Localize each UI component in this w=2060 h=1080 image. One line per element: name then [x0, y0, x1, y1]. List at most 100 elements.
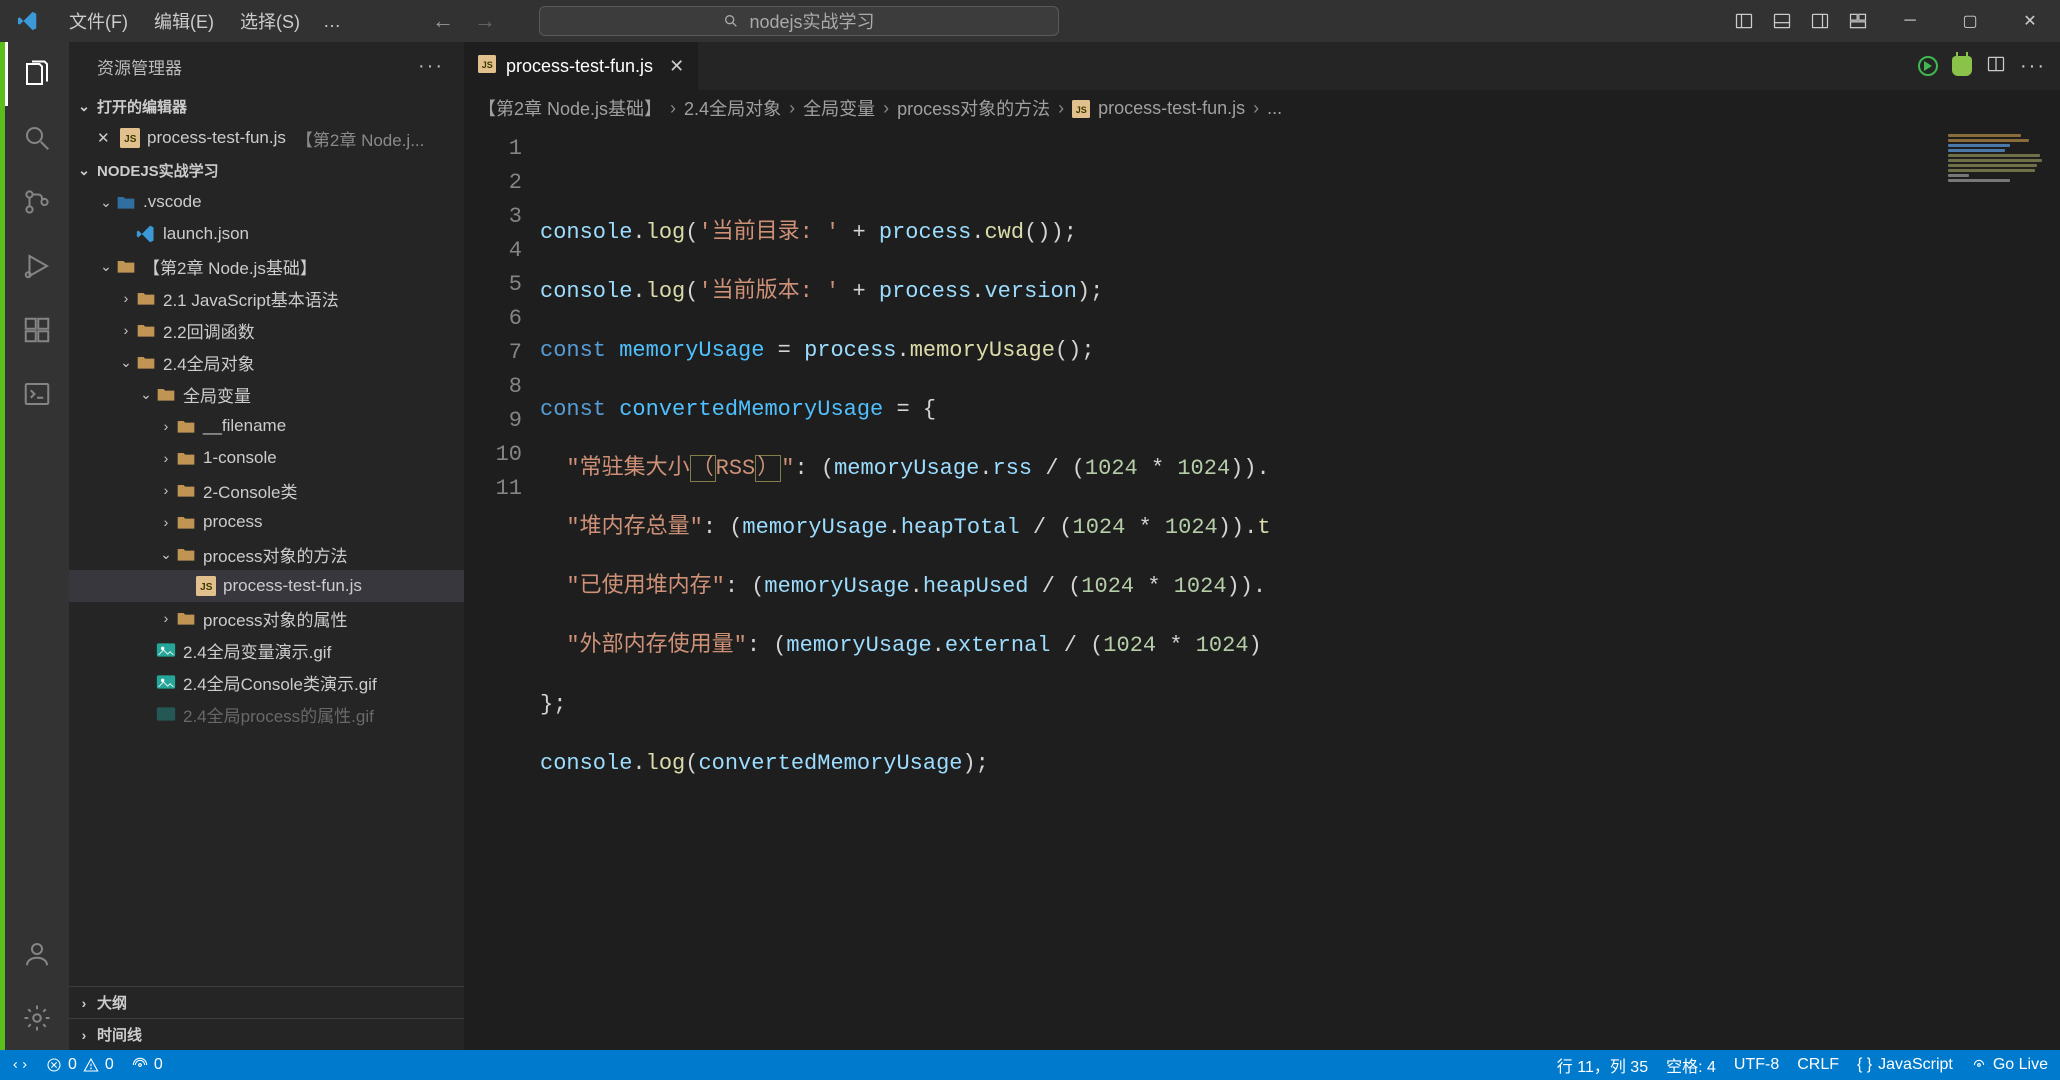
- sidebar-title: 资源管理器: [97, 54, 182, 79]
- chevron-right-icon: ›: [1058, 98, 1064, 119]
- toggle-panel-icon[interactable]: [1766, 5, 1798, 37]
- activity-account-icon[interactable]: [5, 922, 69, 986]
- folder-2-2[interactable]: › 2.2回调函数: [69, 314, 464, 346]
- editor-tab-active[interactable]: JS process-test-fun.js ✕: [464, 42, 699, 90]
- breadcrumb-segment[interactable]: process对象的方法: [897, 95, 1050, 121]
- folder-process-methods[interactable]: ⌄ process对象的方法: [69, 538, 464, 570]
- code-editor[interactable]: 1234567891011 console.log('当前目录: ' + pro…: [464, 126, 2060, 1050]
- run-icon[interactable]: [1918, 56, 1938, 76]
- status-remote-icon[interactable]: [12, 1057, 28, 1073]
- file-process-test-fun[interactable]: JS process-test-fun.js: [69, 570, 464, 602]
- section-timeline[interactable]: › 时间线: [69, 1018, 464, 1050]
- nav-forward-icon[interactable]: →: [471, 7, 499, 35]
- activity-source-control-icon[interactable]: [5, 170, 69, 234]
- window-maximize-icon[interactable]: ▢: [1940, 0, 2000, 42]
- status-problems[interactable]: 0 0: [46, 1056, 114, 1074]
- close-icon[interactable]: ✕: [97, 129, 113, 147]
- breadcrumb-segment[interactable]: ...: [1267, 98, 1282, 119]
- js-file-icon: JS: [478, 55, 496, 78]
- file-gif-1[interactable]: 2.4全局变量演示.gif: [69, 634, 464, 666]
- section-timeline-label: 时间线: [97, 1024, 142, 1045]
- status-indentation[interactable]: 空格: 4: [1666, 1053, 1716, 1077]
- folder-2-4[interactable]: ⌄ 2.4全局对象: [69, 346, 464, 378]
- status-bar: 0 0 0 行 11，列 35 空格: 4 UTF-8 CRLF { }Java…: [0, 1050, 2060, 1080]
- window-close-icon[interactable]: ✕: [2000, 0, 2060, 42]
- android-icon[interactable]: [1952, 56, 1972, 76]
- menu-bar: 文件(F) 编辑(E) 选择(S) …: [56, 0, 351, 42]
- js-file-icon: JS: [195, 575, 217, 597]
- breadcrumb-segment[interactable]: 全局变量: [803, 95, 875, 121]
- folder-globals[interactable]: ⌄ 全局变量: [69, 378, 464, 410]
- folder-chapter2[interactable]: ⌄ 【第2章 Node.js基础】: [69, 250, 464, 282]
- editor-tabbar: JS process-test-fun.js ✕ ···: [464, 42, 2060, 90]
- folder-vscode[interactable]: ⌄ .vscode: [69, 186, 464, 218]
- chevron-right-icon: ›: [157, 450, 175, 466]
- tree-label: 1-console: [203, 448, 277, 468]
- command-center[interactable]: nodejs实战学习: [539, 6, 1059, 36]
- status-cursor-position[interactable]: 行 11，列 35: [1557, 1053, 1648, 1077]
- status-go-live[interactable]: Go Live: [1971, 1056, 2048, 1074]
- chevron-right-icon: ›: [883, 98, 889, 119]
- folder-open-icon: [115, 255, 137, 277]
- folder-2-1[interactable]: › 2.1 JavaScript基本语法: [69, 282, 464, 314]
- status-errors-count: 0: [68, 1056, 77, 1074]
- activity-extensions-icon[interactable]: [5, 298, 69, 362]
- svg-text:JS: JS: [1076, 105, 1087, 115]
- more-actions-icon[interactable]: ···: [2020, 55, 2046, 78]
- close-icon[interactable]: ✕: [669, 56, 684, 77]
- folder-process-props[interactable]: › process对象的属性: [69, 602, 464, 634]
- sidebar-explorer: 资源管理器 ··· ⌄ 打开的编辑器 ✕ JS process-test-fun…: [69, 42, 464, 1050]
- code-content[interactable]: console.log('当前目录: ' + process.cwd()); c…: [540, 126, 2060, 1050]
- sidebar-more-icon[interactable]: ···: [418, 55, 444, 78]
- tree-label: process对象的方法: [203, 542, 348, 567]
- window-minimize-icon[interactable]: ─: [1880, 0, 1940, 42]
- tree-label: __filename: [203, 416, 286, 436]
- breadcrumb-segment[interactable]: 2.4全局对象: [684, 95, 781, 121]
- menu-file[interactable]: 文件(F): [56, 0, 141, 42]
- section-outline[interactable]: › 大纲: [69, 986, 464, 1018]
- section-open-editors-label: 打开的编辑器: [97, 96, 187, 117]
- tree-label: process: [203, 512, 263, 532]
- folder-filename[interactable]: › __filename: [69, 410, 464, 442]
- open-editor-item[interactable]: ✕ JS process-test-fun.js 【第2章 Node.j...: [69, 122, 464, 154]
- split-editor-icon[interactable]: [1986, 54, 2006, 79]
- file-gif-2[interactable]: 2.4全局Console类演示.gif: [69, 666, 464, 698]
- activity-run-debug-icon[interactable]: [5, 234, 69, 298]
- js-file-icon: JS: [1072, 98, 1090, 119]
- file-gif-3[interactable]: 2.4全局process的属性.gif: [69, 698, 464, 730]
- breadcrumb-segment[interactable]: process-test-fun.js: [1098, 98, 1245, 119]
- activity-explorer-icon[interactable]: [5, 42, 69, 106]
- breadcrumb[interactable]: 【第2章 Node.js基础】 › 2.4全局对象 › 全局变量 › proce…: [464, 90, 2060, 126]
- line-number-gutter: 1234567891011: [464, 126, 540, 1050]
- tree-label: launch.json: [163, 224, 249, 244]
- toggle-secondary-sidebar-icon[interactable]: [1804, 5, 1836, 37]
- menu-select[interactable]: 选择(S): [227, 0, 313, 42]
- status-encoding[interactable]: UTF-8: [1734, 1056, 1779, 1074]
- breadcrumb-segment[interactable]: 【第2章 Node.js基础】: [478, 95, 662, 121]
- tree-label: process-test-fun.js: [223, 576, 362, 596]
- menu-overflow[interactable]: …: [313, 11, 351, 32]
- activity-search-icon[interactable]: [5, 106, 69, 170]
- toggle-primary-sidebar-icon[interactable]: [1728, 5, 1760, 37]
- status-language-mode[interactable]: { }JavaScript: [1857, 1056, 1953, 1074]
- activity-terminal-icon[interactable]: [5, 362, 69, 426]
- folder-2-console[interactable]: › 2-Console类: [69, 474, 464, 506]
- status-ports[interactable]: 0: [132, 1056, 163, 1074]
- folder-1-console[interactable]: › 1-console: [69, 442, 464, 474]
- open-editor-filename: process-test-fun.js: [147, 128, 286, 148]
- section-workspace[interactable]: ⌄ NODEJS实战学习: [69, 154, 464, 186]
- minimap[interactable]: [1940, 126, 2060, 1050]
- status-eol[interactable]: CRLF: [1797, 1056, 1839, 1074]
- folder-process[interactable]: › process: [69, 506, 464, 538]
- chevron-down-icon: ⌄: [75, 162, 93, 179]
- chevron-right-icon: ›: [157, 514, 175, 530]
- open-editor-folder: 【第2章 Node.j...: [296, 126, 425, 151]
- section-open-editors[interactable]: ⌄ 打开的编辑器: [69, 90, 464, 122]
- menu-edit[interactable]: 编辑(E): [141, 0, 227, 42]
- activity-settings-icon[interactable]: [5, 986, 69, 1050]
- customize-layout-icon[interactable]: [1842, 5, 1874, 37]
- file-launch-json[interactable]: launch.json: [69, 218, 464, 250]
- chevron-down-icon: ⌄: [117, 354, 135, 371]
- nav-back-icon[interactable]: ←: [429, 7, 457, 35]
- chevron-right-icon: ›: [157, 610, 175, 626]
